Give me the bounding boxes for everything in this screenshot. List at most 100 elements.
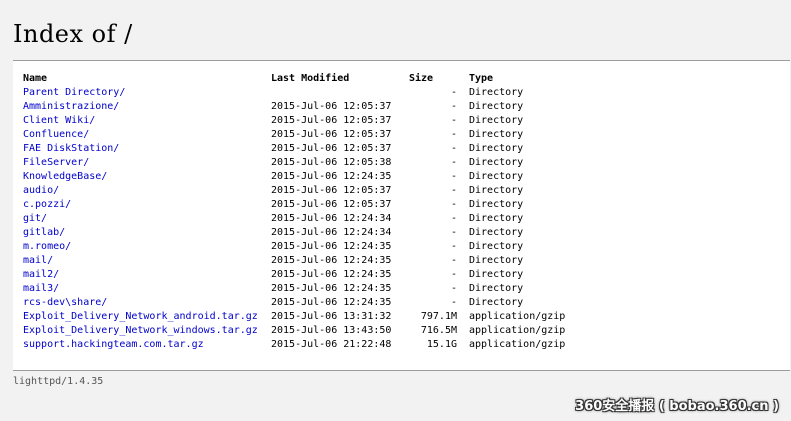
entry-modified: 2015-Jul-06 12:05:38: [271, 157, 392, 168]
entry-name-cell: Parent Directory/: [23, 86, 271, 100]
entry-size: -: [450, 297, 457, 308]
page: Index of / Name Last Modified Size Type …: [0, 0, 791, 421]
table-row: Client Wiki/2015-Jul-06 12:05:37 - Directo…: [23, 114, 569, 128]
entry-modified: 2015-Jul-06 12:24:35: [271, 283, 392, 294]
entry-modified: 2015-Jul-06 12:24:35: [271, 241, 392, 252]
entry-link[interactable]: Exploit_Delivery_Network_windows.tar.gz: [23, 325, 258, 336]
entry-name-cell: mail/: [23, 254, 271, 268]
entry-link[interactable]: gitlab/: [23, 227, 65, 238]
entry-type: Directory: [469, 241, 524, 252]
entry-type: application/gzip: [469, 311, 566, 322]
entry-name-cell: mail3/: [23, 282, 271, 296]
entry-size: -: [450, 199, 457, 210]
entry-link[interactable]: Amministrazione/: [23, 101, 119, 112]
parent-directory-link[interactable]: Parent Directory/: [23, 87, 125, 98]
table-row: mail3/2015-Jul-06 12:24:35 - Directory: [23, 282, 569, 296]
entry-name-cell: m.romeo/: [23, 240, 271, 254]
entry-type: Directory: [469, 283, 524, 294]
entry-link[interactable]: mail/: [23, 255, 53, 266]
file-table: Name Last Modified Size Type Parent Dire…: [23, 72, 569, 352]
entry-type: Directory: [469, 115, 524, 126]
entry-modified: 2015-Jul-06 13:31:32: [271, 311, 392, 322]
entry-name-cell: git/: [23, 212, 271, 226]
entry-size: -: [450, 241, 457, 252]
entry-type: Directory: [469, 269, 524, 280]
entry-link[interactable]: m.romeo/: [23, 241, 71, 252]
entry-link[interactable]: mail2/: [23, 269, 59, 280]
entry-size: -: [450, 143, 457, 154]
entry-size: -: [450, 255, 457, 266]
column-header-type[interactable]: Type: [469, 72, 569, 86]
entry-modified: 2015-Jul-06 12:24:35: [271, 297, 392, 308]
entry-name-cell: c.pozzi/: [23, 198, 271, 212]
column-header-modified[interactable]: Last Modified: [271, 72, 409, 86]
entry-name-cell: Exploit_Delivery_Network_windows.tar.gz: [23, 324, 271, 338]
table-row: Exploit_Delivery_Network_android.tar.gz 2…: [23, 310, 569, 324]
entry-type: Directory: [469, 129, 524, 140]
directory-listing: Name Last Modified Size Type Parent Dire…: [13, 60, 790, 371]
entry-link[interactable]: FAE DiskStation/: [23, 143, 119, 154]
entry-type: Directory: [469, 157, 524, 168]
entry-link[interactable]: Confluence/: [23, 129, 89, 140]
entry-modified: 2015-Jul-06 12:24:35: [271, 269, 392, 280]
entry-link[interactable]: FileServer/: [23, 157, 89, 168]
entry-modified: 2015-Jul-06 12:05:37: [271, 199, 392, 210]
table-row: mail2/2015-Jul-06 12:24:35 - Directory: [23, 268, 569, 282]
entry-name-cell: gitlab/: [23, 226, 271, 240]
entry-modified: 2015-Jul-06 12:24:34: [271, 213, 392, 224]
entry-name-cell: mail2/: [23, 268, 271, 282]
entry-size: 797.1M: [420, 311, 457, 322]
entry-type: Directory: [469, 185, 524, 196]
entry-size: -: [450, 227, 457, 238]
table-row: git/2015-Jul-06 12:24:34 - Directory: [23, 212, 569, 226]
entry-name-cell: support.hackingteam.com.tar.gz: [23, 338, 271, 352]
entry-size: -: [450, 115, 457, 126]
entry-size: -: [450, 269, 457, 280]
table-row: m.romeo/2015-Jul-06 12:24:35 - Directory: [23, 240, 569, 254]
file-table-body: Parent Directory/- Directory Amministrazio…: [23, 86, 569, 352]
entry-link[interactable]: mail3/: [23, 283, 59, 294]
entry-type: application/gzip: [469, 339, 566, 350]
entry-link[interactable]: Exploit_Delivery_Network_android.tar.gz: [23, 311, 258, 322]
entry-link[interactable]: c.pozzi/: [23, 199, 71, 210]
table-row: KnowledgeBase/2015-Jul-06 12:24:35 - Direc…: [23, 170, 569, 184]
table-row: c.pozzi/2015-Jul-06 12:05:37 - Directory: [23, 198, 569, 212]
entry-name-cell: FAE DiskStation/: [23, 142, 271, 156]
watermark: 360安全播报 ( bobao.360.cn ): [575, 399, 779, 414]
entry-name-cell: Client Wiki/: [23, 114, 271, 128]
table-row: gitlab/2015-Jul-06 12:24:34 - Directory: [23, 226, 569, 240]
entry-size: -: [450, 157, 457, 168]
column-header-size[interactable]: Size: [409, 72, 469, 86]
table-row: Confluence/2015-Jul-06 12:05:37 - Director…: [23, 128, 569, 142]
entry-modified: 2015-Jul-06 12:05:37: [271, 115, 392, 126]
entry-type: Directory: [469, 101, 524, 112]
entry-name-cell: FileServer/: [23, 156, 271, 170]
entry-name-cell: Exploit_Delivery_Network_android.tar.gz: [23, 310, 271, 324]
entry-link[interactable]: rcs-dev\share/: [23, 297, 107, 308]
entry-link[interactable]: support.hackingteam.com.tar.gz: [23, 339, 204, 350]
entry-modified: 2015-Jul-06 12:05:37: [271, 101, 392, 112]
entry-link[interactable]: Client Wiki/: [23, 115, 95, 126]
table-row: Parent Directory/ - Directory: [23, 86, 569, 100]
entry-type: Directory: [469, 87, 524, 98]
table-row: audio/2015-Jul-06 12:05:37 - Directory: [23, 184, 569, 198]
entry-size: -: [450, 213, 457, 224]
entry-type: Directory: [469, 199, 524, 210]
entry-type: Directory: [469, 143, 524, 154]
table-row: Exploit_Delivery_Network_windows.tar.gz 2…: [23, 324, 569, 338]
entry-modified: 2015-Jul-06 12:05:37: [271, 143, 392, 154]
entry-link[interactable]: KnowledgeBase/: [23, 171, 107, 182]
table-row: support.hackingteam.com.tar.gz 2015-Jul-0…: [23, 338, 569, 352]
entry-name-cell: Confluence/: [23, 128, 271, 142]
entry-type: Directory: [469, 297, 524, 308]
page-title: Index of /: [13, 20, 133, 48]
table-row: FileServer/2015-Jul-06 12:05:38 - Director…: [23, 156, 569, 170]
entry-link[interactable]: git/: [23, 213, 47, 224]
entry-modified: 2015-Jul-06 12:24:35: [271, 171, 392, 182]
entry-modified: 2015-Jul-06 12:05:37: [271, 185, 392, 196]
entry-type: Directory: [469, 213, 524, 224]
server-signature: lighttpd/1.4.35: [13, 376, 104, 387]
entry-name-cell: KnowledgeBase/: [23, 170, 271, 184]
entry-link[interactable]: audio/: [23, 185, 59, 196]
column-header-name[interactable]: Name: [23, 72, 271, 86]
